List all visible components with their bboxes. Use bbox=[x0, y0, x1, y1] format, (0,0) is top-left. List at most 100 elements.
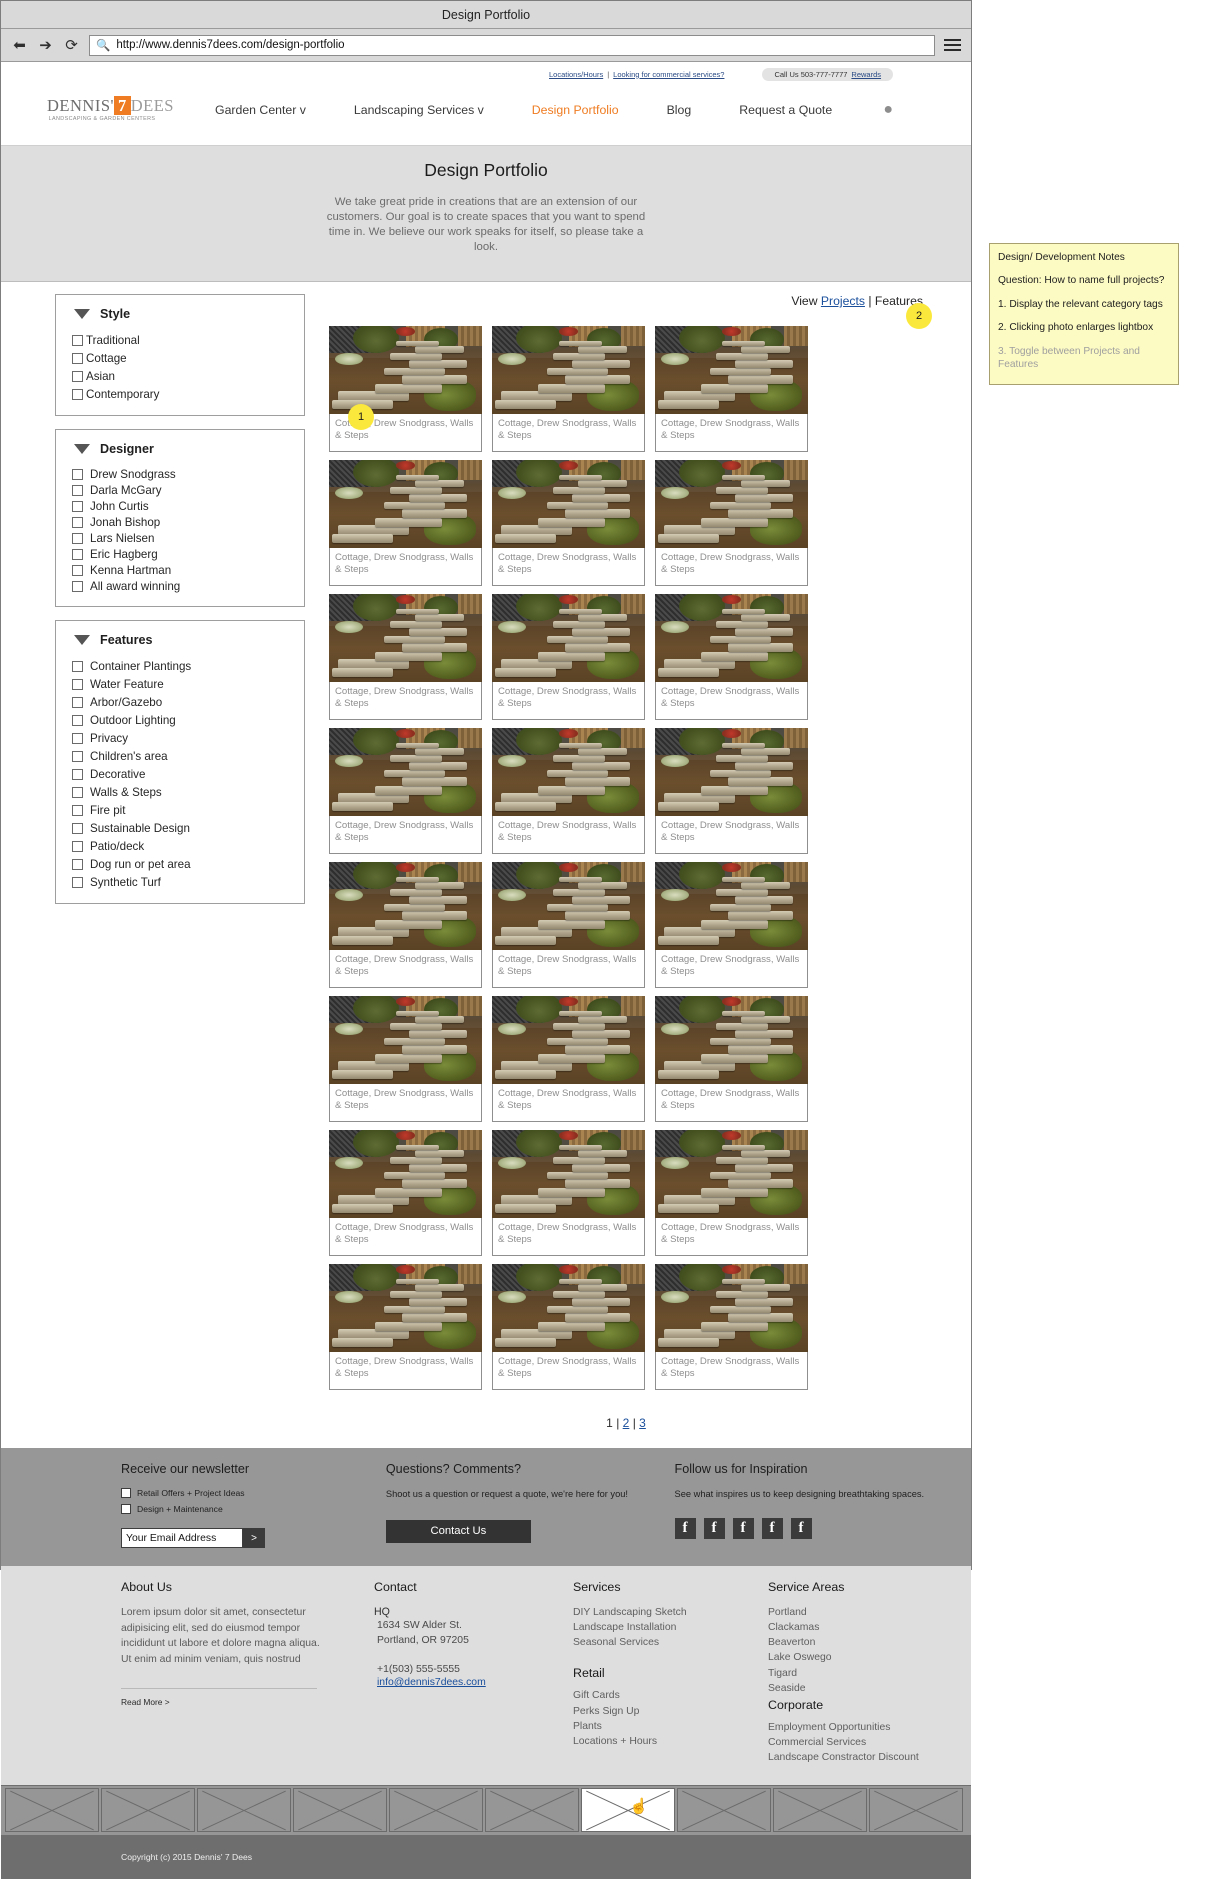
filter-option[interactable]: Water Feature bbox=[72, 675, 304, 693]
portfolio-card[interactable]: Cottage, Drew Snodgrass, Walls & Steps bbox=[329, 1264, 482, 1391]
portfolio-card[interactable]: Cottage, Drew Snodgrass, Walls & Steps bbox=[655, 996, 808, 1123]
filter-option[interactable]: Synthetic Turf bbox=[72, 873, 304, 891]
portfolio-card[interactable]: Cottage, Drew Snodgrass, Walls & Steps bbox=[329, 996, 482, 1123]
portfolio-card[interactable]: Cottage, Drew Snodgrass, Walls & Steps bbox=[492, 996, 645, 1123]
filter-option[interactable]: Darla McGary bbox=[72, 482, 304, 498]
portfolio-card[interactable]: Cottage, Drew Snodgrass, Walls & Steps bbox=[655, 728, 808, 855]
portfolio-thumbnail[interactable] bbox=[329, 326, 482, 415]
taskbar-tile[interactable] bbox=[773, 1788, 867, 1833]
portfolio-thumbnail[interactable] bbox=[655, 326, 808, 415]
portfolio-thumbnail[interactable] bbox=[329, 1264, 482, 1353]
email-field[interactable]: Your Email Address bbox=[121, 1528, 243, 1549]
nav-item-landscaping-services[interactable]: Landscaping Services v bbox=[330, 103, 508, 117]
portfolio-card[interactable]: Cottage, Drew Snodgrass, Walls & Steps bbox=[492, 1130, 645, 1257]
service-area-link[interactable]: Lake Oswego bbox=[768, 1650, 968, 1665]
corporate-link[interactable]: Employment Opportunities bbox=[768, 1720, 968, 1735]
portfolio-thumbnail[interactable] bbox=[655, 1130, 808, 1219]
portfolio-card[interactable]: Cottage, Drew Snodgrass, Walls & Steps bbox=[329, 1130, 482, 1257]
read-more-link[interactable]: Read More > bbox=[121, 1697, 374, 1707]
portfolio-thumbnail[interactable] bbox=[329, 728, 482, 817]
filter-option[interactable]: Dog run or pet area bbox=[72, 855, 304, 873]
filter-option[interactable]: Walls & Steps bbox=[72, 783, 304, 801]
checkbox-icon[interactable] bbox=[72, 768, 83, 780]
service-area-link[interactable]: Seaside bbox=[768, 1681, 968, 1696]
filter-option[interactable]: John Curtis bbox=[72, 498, 304, 514]
filter-option[interactable]: Privacy bbox=[72, 729, 304, 747]
taskbar-tile[interactable] bbox=[485, 1788, 579, 1833]
portfolio-thumbnail[interactable] bbox=[492, 594, 645, 683]
portfolio-thumbnail[interactable] bbox=[329, 594, 482, 683]
portfolio-thumbnail[interactable] bbox=[492, 862, 645, 951]
checkbox-icon[interactable] bbox=[72, 532, 83, 544]
checkbox-icon[interactable] bbox=[72, 580, 83, 592]
filter-option[interactable]: Cottage bbox=[72, 349, 304, 367]
portfolio-thumbnail[interactable] bbox=[492, 326, 645, 415]
newsletter-option-design[interactable]: Design + Maintenance bbox=[121, 1504, 386, 1515]
filter-option[interactable]: Fire pit bbox=[72, 801, 304, 819]
contact-us-button[interactable]: Contact Us bbox=[385, 1519, 531, 1543]
taskbar-tile[interactable]: ☝ bbox=[581, 1788, 675, 1833]
facebook-icon[interactable]: f bbox=[790, 1517, 812, 1539]
nav-item-blog[interactable]: Blog bbox=[643, 103, 716, 117]
filter-option[interactable]: All award winning bbox=[72, 578, 304, 594]
filter-option[interactable]: Eric Hagberg bbox=[72, 546, 304, 562]
facet-designer-header[interactable]: Designer bbox=[56, 442, 304, 466]
filter-option[interactable]: Lars Nielsen bbox=[72, 530, 304, 546]
retail-link[interactable]: Locations + Hours bbox=[573, 1734, 768, 1749]
portfolio-thumbnail[interactable] bbox=[655, 1264, 808, 1353]
checkbox-icon[interactable] bbox=[121, 1488, 131, 1499]
site-logo[interactable]: DENNIS' 7 DEES LANDSCAPING & GARDEN CENTER… bbox=[47, 95, 173, 123]
location-pin-icon[interactable]: ● bbox=[883, 101, 893, 119]
services-link[interactable]: Seasonal Services bbox=[573, 1635, 768, 1650]
portfolio-card[interactable]: Cottage, Drew Snodgrass, Walls & Steps bbox=[655, 1264, 808, 1391]
facebook-icon[interactable]: f bbox=[674, 1517, 696, 1539]
checkbox-icon[interactable] bbox=[72, 750, 83, 762]
checkbox-icon[interactable] bbox=[72, 696, 83, 708]
checkbox-icon[interactable] bbox=[72, 388, 83, 400]
portfolio-thumbnail[interactable] bbox=[655, 594, 808, 683]
portfolio-thumbnail[interactable] bbox=[492, 1264, 645, 1353]
checkbox-icon[interactable] bbox=[72, 840, 83, 852]
services-link[interactable]: DIY Landscaping Sketch bbox=[573, 1605, 768, 1620]
taskbar-tile[interactable] bbox=[197, 1788, 291, 1833]
portfolio-card[interactable]: Cottage, Drew Snodgrass, Walls & Steps bbox=[329, 728, 482, 855]
portfolio-card[interactable]: Cottage, Drew Snodgrass, Walls & Steps bbox=[655, 1130, 808, 1257]
filter-option[interactable]: Contemporary bbox=[72, 385, 304, 403]
portfolio-card[interactable]: Cottage, Drew Snodgrass, Walls & Steps bbox=[655, 862, 808, 989]
back-arrow-icon[interactable]: ⬅ bbox=[11, 37, 28, 54]
retail-link[interactable]: Perks Sign Up bbox=[573, 1704, 768, 1719]
portfolio-thumbnail[interactable] bbox=[492, 996, 645, 1085]
filter-option[interactable]: Patio/deck bbox=[72, 837, 304, 855]
nav-item-garden-center[interactable]: Garden Center v bbox=[191, 103, 330, 117]
service-area-link[interactable]: Portland bbox=[768, 1605, 968, 1620]
portfolio-card[interactable]: Cottage, Drew Snodgrass, Walls & Steps bbox=[492, 326, 645, 453]
newsletter-option-retail[interactable]: Retail Offers + Project Ideas bbox=[121, 1488, 386, 1499]
service-area-link[interactable]: Beaverton bbox=[768, 1635, 968, 1650]
service-area-link[interactable]: Clackamas bbox=[768, 1620, 968, 1635]
facebook-icon[interactable]: f bbox=[761, 1517, 783, 1539]
portfolio-thumbnail[interactable] bbox=[492, 728, 645, 817]
portfolio-card[interactable]: Cottage, Drew Snodgrass, Walls & Steps bbox=[492, 460, 645, 587]
checkbox-icon[interactable] bbox=[72, 714, 83, 726]
filter-option[interactable]: Sustainable Design bbox=[72, 819, 304, 837]
taskbar-tile[interactable] bbox=[389, 1788, 483, 1833]
filter-option[interactable]: Arbor/Gazebo bbox=[72, 693, 304, 711]
checkbox-icon[interactable] bbox=[72, 876, 83, 888]
checkbox-icon[interactable] bbox=[72, 732, 83, 744]
taskbar-tile[interactable] bbox=[293, 1788, 387, 1833]
retail-link[interactable]: Plants bbox=[573, 1719, 768, 1734]
facet-style-header[interactable]: Style bbox=[56, 307, 304, 331]
facebook-icon[interactable]: f bbox=[732, 1517, 754, 1539]
filter-option[interactable]: Kenna Hartman bbox=[72, 562, 304, 578]
filter-option[interactable]: Jonah Bishop bbox=[72, 514, 304, 530]
retail-link[interactable]: Gift Cards bbox=[573, 1688, 768, 1703]
locations-hours-link[interactable]: Locations/Hours bbox=[549, 70, 603, 79]
services-link[interactable]: Landscape Installation bbox=[573, 1620, 768, 1635]
portfolio-card[interactable]: Cottage, Drew Snodgrass, Walls & Steps bbox=[492, 862, 645, 989]
portfolio-card[interactable]: Cottage, Drew Snodgrass, Walls & Steps bbox=[492, 1264, 645, 1391]
contact-email-link[interactable]: info@dennis7dees.com bbox=[377, 1677, 573, 1688]
address-bar[interactable]: 🔍 http://www.dennis7dees.com/design-port… bbox=[89, 34, 935, 56]
filter-option[interactable]: Container Plantings bbox=[72, 657, 304, 675]
reload-icon[interactable]: ⟳ bbox=[63, 37, 80, 54]
taskbar-tile[interactable] bbox=[5, 1788, 99, 1833]
